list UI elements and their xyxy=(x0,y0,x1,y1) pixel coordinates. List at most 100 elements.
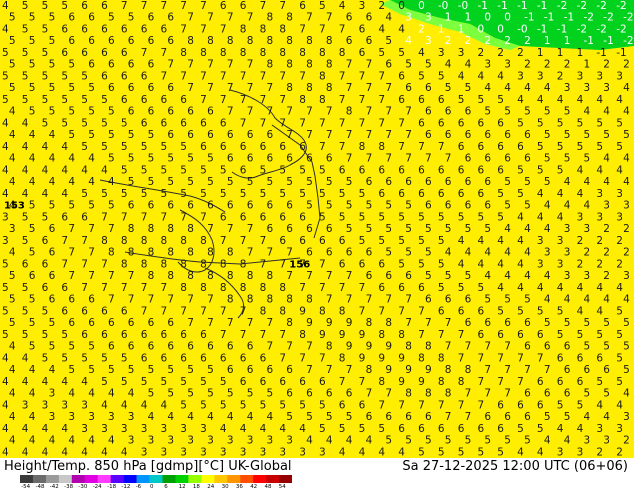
temperature-value: 6 xyxy=(319,235,326,247)
temperature-value: 3 xyxy=(616,71,623,83)
height-value: 156 xyxy=(289,259,310,270)
temperature-value: 8 xyxy=(326,59,333,71)
temperature-value: 7 xyxy=(88,247,95,259)
temperature-value: 8 xyxy=(326,341,333,353)
temperature-value: 6 xyxy=(517,399,524,411)
temperature-value: 8 xyxy=(279,47,286,59)
temperature-value: 6 xyxy=(484,153,491,165)
temperature-value: 8 xyxy=(128,247,135,259)
temperature-value: 7 xyxy=(200,94,207,106)
temperature-value: 7 xyxy=(405,129,412,141)
temperature-value: 3 xyxy=(286,435,293,447)
temperature-value: 5 xyxy=(101,352,108,364)
temperature-value: 8 xyxy=(180,258,187,270)
temperature-value: 6 xyxy=(458,117,465,129)
temperature-value: -1 xyxy=(564,12,574,24)
temperature-value: 7 xyxy=(161,282,168,294)
temperature-value: 6 xyxy=(88,59,95,71)
temperature-value: 2 xyxy=(603,59,610,71)
temperature-value: 4 xyxy=(108,176,115,188)
temperature-value: 6 xyxy=(524,153,531,165)
temperature-value: 4 xyxy=(68,388,75,400)
temperature-value: 5 xyxy=(279,188,286,200)
temperature-value: 7 xyxy=(339,71,346,83)
temperature-value: 7 xyxy=(445,317,452,329)
temperature-value: 4 xyxy=(504,223,511,235)
temperature-value: 5 xyxy=(9,35,16,47)
temperature-value: 5 xyxy=(378,47,385,59)
temperature-value: 6 xyxy=(458,305,465,317)
temperature-value: 6 xyxy=(478,141,485,153)
temperature-value: 7 xyxy=(319,258,326,270)
temperature-value: 4 xyxy=(544,270,551,282)
temperature-value: 8 xyxy=(299,94,306,106)
temperature-value: 4 xyxy=(564,435,571,447)
colorbar-swatch xyxy=(32,475,47,483)
temperature-value: 5 xyxy=(81,71,88,83)
temperature-value: 8 xyxy=(299,47,306,59)
temperature-value: 6 xyxy=(101,0,108,12)
temperature-value: 1 xyxy=(557,47,564,59)
temperature-value: 8 xyxy=(187,247,194,259)
temperature-value: 8 xyxy=(286,59,293,71)
temperature-value: -1 xyxy=(603,35,613,47)
temperature-value: 4 xyxy=(61,141,68,153)
temperature-value: 7 xyxy=(359,376,366,388)
temperature-value: 7 xyxy=(385,82,392,94)
temperature-value: 7 xyxy=(445,153,452,165)
temperature-value: 7 xyxy=(141,305,148,317)
temperature-value: 4 xyxy=(504,247,511,259)
temperature-value: 6 xyxy=(517,329,524,341)
temperature-value: 5 xyxy=(22,94,29,106)
temperature-value: 5 xyxy=(260,164,267,176)
temperature-value: 6 xyxy=(366,411,373,423)
temperature-value: 7 xyxy=(220,305,227,317)
temperature-value: 6 xyxy=(240,376,247,388)
temperature-value: 5 xyxy=(366,223,373,235)
temperature-value: 6 xyxy=(42,235,49,247)
temperature-value: -2 xyxy=(584,12,594,24)
temperature-value: 7 xyxy=(405,153,412,165)
temperature-value: 4 xyxy=(544,82,551,94)
temperature-value: 4 xyxy=(101,446,108,458)
temperature-value: 8 xyxy=(286,12,293,24)
temperature-value: 5 xyxy=(616,141,623,153)
temperature-value: 6 xyxy=(200,329,207,341)
temperature-value: 6 xyxy=(497,399,504,411)
temperature-value: 6 xyxy=(180,94,187,106)
temperature-value: 4 xyxy=(564,200,571,212)
temperature-value: 8 xyxy=(286,35,293,47)
temperature-value: 7 xyxy=(378,71,385,83)
temperature-value: 5 xyxy=(326,200,333,212)
temperature-value: 7 xyxy=(306,341,313,353)
temperature-value: 7 xyxy=(68,270,75,282)
temperature-value: 7 xyxy=(306,129,313,141)
temperature-value: 3 xyxy=(240,446,247,458)
temperature-value: 5 xyxy=(2,258,9,270)
temperature-value: 8 xyxy=(378,376,385,388)
temperature-value: 7 xyxy=(200,71,207,83)
temperature-value: 7 xyxy=(398,141,405,153)
temperature-value: 7 xyxy=(366,294,373,306)
temperature-value: 6 xyxy=(141,117,148,129)
temperature-value: 5 xyxy=(227,388,234,400)
temperature-value: 4 xyxy=(544,294,551,306)
temperature-value: 5 xyxy=(537,117,544,129)
colorbar-tick-label: 30 xyxy=(221,484,229,490)
temperature-value: 5 xyxy=(2,71,9,83)
temperature-value: 7 xyxy=(497,352,504,364)
temperature-value: 8 xyxy=(200,282,207,294)
temperature-value: 8 xyxy=(227,294,234,306)
temperature-value: 8 xyxy=(306,59,313,71)
temperature-value: 6 xyxy=(68,12,75,24)
temperature-value: 8 xyxy=(187,35,194,47)
temperature-value: 5 xyxy=(9,317,16,329)
temperature-value: 6 xyxy=(61,282,68,294)
colorbar-labels: -54 -48 -42 -38 -30 -24 -18 -12 -6 0 6 12 18 24 30 36 42… xyxy=(18,484,308,492)
temperature-value: 6 xyxy=(438,423,445,435)
temperature-value: 6 xyxy=(68,317,75,329)
temperature-value: 5 xyxy=(42,352,49,364)
temperature-value: 7 xyxy=(207,223,214,235)
temperature-value: 5 xyxy=(385,223,392,235)
temperature-value: 6 xyxy=(61,24,68,36)
